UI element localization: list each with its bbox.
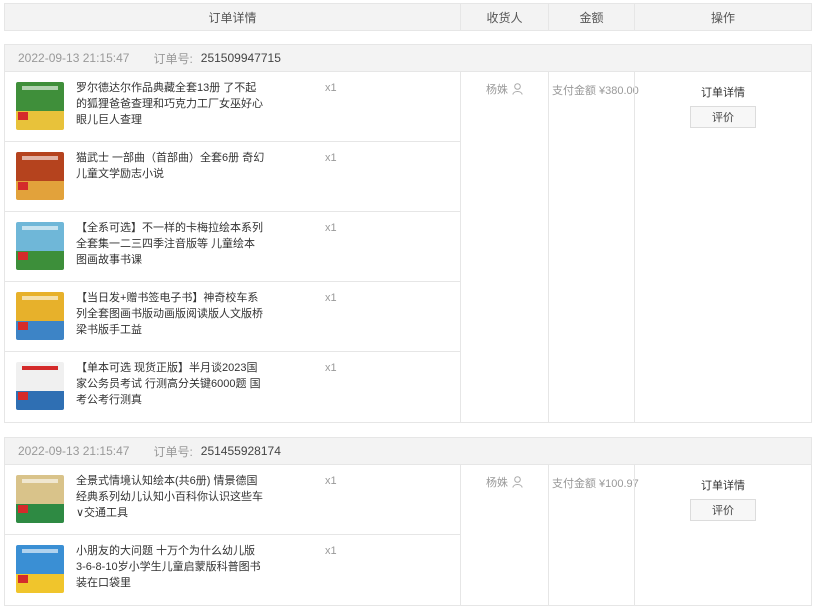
order-number-label: 订单号: — [153, 444, 193, 459]
product-quantity: x1 — [325, 362, 337, 374]
product-quantity: x1 — [325, 292, 337, 304]
order-number-label: 订单号: — [153, 51, 193, 66]
amount-cell: 支付金额 ¥380.00 — [548, 72, 639, 422]
product-title[interactable]: 猫武士 一部曲（首部曲）全套6册 奇幻儿童文学励志小说 — [76, 150, 266, 182]
product-title[interactable]: 【单本可选 现货正版】半月谈2023国家公务员考试 行测高分关键6000题 国考… — [76, 360, 266, 408]
table-header: 订单详情 收货人 金额 操作 — [4, 3, 812, 31]
order-block: 2022-09-13 21:15:47 订单号: 251509947715 罗尔… — [4, 44, 812, 423]
product-thumbnail[interactable] — [16, 222, 64, 270]
receiver-name: 杨姝 — [486, 477, 508, 489]
receiver-cell: 杨姝 — [460, 465, 548, 605]
product-title[interactable]: 小朋友的大问题 十万个为什么幼儿版 3-6-8-10岁小学生儿童启蒙版科普图书 … — [76, 543, 266, 591]
order-list-page: 订单详情 收货人 金额 操作 2022-09-13 21:15:47 订单号: … — [0, 0, 818, 608]
header-order-detail: 订单详情 — [208, 10, 257, 25]
product-title[interactable]: 【当日发+赠书签电子书】神奇校车系列全套图画书版动画版阅读版人文版桥梁书版手工益 — [76, 290, 266, 338]
product-quantity: x1 — [325, 545, 337, 557]
product-title[interactable]: 全景式情境认知绘本(共6册) 情景德国经典系列幼儿认知小百科你认识这些车∨交通工… — [76, 473, 266, 521]
product-quantity: x1 — [325, 152, 337, 164]
list-item: 罗尔德达尔作品典藏全套13册 了不起的狐狸爸爸查理和巧克力工厂女巫好心眼儿巨人查… — [5, 72, 460, 142]
review-button[interactable]: 评价 — [690, 499, 756, 521]
list-item: 【当日发+赠书签电子书】神奇校车系列全套图画书版动画版阅读版人文版桥梁书版手工益… — [5, 282, 460, 352]
order-header: 2022-09-13 21:15:47 订单号: 251509947715 — [5, 45, 811, 72]
header-amount: 金额 — [548, 4, 634, 30]
user-icon[interactable] — [512, 83, 523, 95]
order-items: 罗尔德达尔作品典藏全套13册 了不起的狐狸爸爸查理和巧克力工厂女巫好心眼儿巨人查… — [5, 72, 460, 422]
product-title[interactable]: 【全系可选】不一样的卡梅拉绘本系列全套集一二三四季注音版等 儿童绘本图画故事书课 — [76, 220, 266, 268]
order-number: 251509947715 — [200, 51, 281, 65]
order-block: 2022-09-13 21:15:47 订单号: 251455928174 全景… — [4, 437, 812, 606]
product-quantity: x1 — [325, 475, 337, 487]
product-title[interactable]: 罗尔德达尔作品典藏全套13册 了不起的狐狸爸爸查理和巧克力工厂女巫好心眼儿巨人查… — [76, 80, 266, 128]
order-number: 251455928174 — [200, 444, 281, 458]
amount-label: 支付金额 — [552, 478, 596, 490]
list-item: 【单本可选 现货正版】半月谈2023国家公务员考试 行测高分关键6000题 国考… — [5, 352, 460, 422]
list-item: 【全系可选】不一样的卡梅拉绘本系列全套集一二三四季注音版等 儿童绘本图画故事书课… — [5, 212, 460, 282]
amount-value: ¥380.00 — [599, 85, 639, 97]
receiver-name: 杨姝 — [486, 84, 508, 96]
product-quantity: x1 — [325, 82, 337, 94]
product-thumbnail[interactable] — [16, 475, 64, 523]
receiver-cell: 杨姝 — [460, 72, 548, 422]
amount-label: 支付金额 — [552, 85, 596, 97]
order-detail-link[interactable]: 订单详情 — [701, 84, 745, 100]
header-receiver: 收货人 — [460, 4, 548, 30]
product-thumbnail[interactable] — [16, 292, 64, 340]
amount-value: ¥100.97 — [599, 478, 639, 490]
order-items: 全景式情境认知绘本(共6册) 情景德国经典系列幼儿认知小百科你认识这些车∨交通工… — [5, 465, 460, 605]
header-operation: 操作 — [634, 4, 811, 30]
review-button[interactable]: 评价 — [690, 106, 756, 128]
amount-cell: 支付金额 ¥100.97 — [548, 465, 639, 605]
user-icon[interactable] — [512, 476, 523, 488]
product-quantity: x1 — [325, 222, 337, 234]
product-thumbnail[interactable] — [16, 152, 64, 200]
order-datetime: 2022-09-13 21:15:47 — [18, 51, 130, 65]
list-item: 小朋友的大问题 十万个为什么幼儿版 3-6-8-10岁小学生儿童启蒙版科普图书 … — [5, 535, 460, 605]
product-thumbnail[interactable] — [16, 545, 64, 593]
operations-cell: 订单详情 评价 — [634, 465, 811, 605]
order-datetime: 2022-09-13 21:15:47 — [18, 444, 130, 458]
list-item: 猫武士 一部曲（首部曲）全套6册 奇幻儿童文学励志小说 x1 — [5, 142, 460, 212]
operations-cell: 订单详情 评价 — [634, 72, 811, 422]
product-thumbnail[interactable] — [16, 82, 64, 130]
order-detail-link[interactable]: 订单详情 — [701, 477, 745, 493]
product-thumbnail[interactable] — [16, 362, 64, 410]
order-header: 2022-09-13 21:15:47 订单号: 251455928174 — [5, 438, 811, 465]
list-item: 全景式情境认知绘本(共6册) 情景德国经典系列幼儿认知小百科你认识这些车∨交通工… — [5, 465, 460, 535]
